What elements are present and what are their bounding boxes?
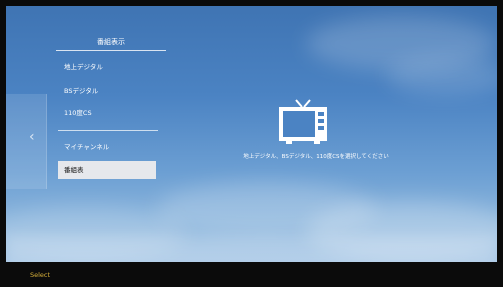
cloud bbox=[6, 236, 497, 262]
footer-select-label: Select bbox=[30, 271, 51, 279]
menu-divider bbox=[58, 130, 158, 131]
status-message: 地上デジタル、BSデジタル、110度CSを選択してください bbox=[243, 154, 389, 160]
menu-item-my-channel[interactable]: マイチャンネル bbox=[58, 138, 156, 156]
menu-item-cs[interactable]: 110度CS bbox=[58, 104, 156, 122]
menu-header: 番組表示 bbox=[56, 34, 166, 51]
back-tab[interactable] bbox=[6, 94, 47, 189]
chevron-left-icon[interactable]: ‹ bbox=[29, 129, 39, 145]
menu-item-program-guide[interactable]: 番組表 bbox=[58, 161, 156, 179]
menu-item-terrestrial[interactable]: 地上デジタル bbox=[58, 58, 156, 76]
menu-item-bs[interactable]: BSデジタル bbox=[58, 82, 156, 100]
tv-icon bbox=[279, 99, 327, 144]
footer-bar: Select bbox=[0, 262, 503, 287]
background-screen: ‹ 番組表示 地上デジタル BSデジタル 110度CS マイチャンネル 番組表 … bbox=[6, 6, 497, 262]
cloud bbox=[386, 56, 497, 96]
